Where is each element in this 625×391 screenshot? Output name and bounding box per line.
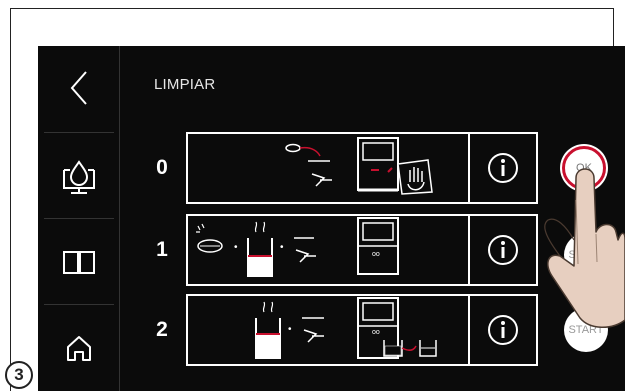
sidebar-item-manual[interactable] xyxy=(38,222,120,302)
start-label: START xyxy=(568,324,604,336)
rinse-illustration xyxy=(285,137,433,195)
step-number: 2 xyxy=(156,318,168,341)
sidebar-divider xyxy=(44,218,114,219)
tablet-clean-illustration: • • oo xyxy=(196,217,399,277)
step-card-1[interactable]: • • oo xyxy=(186,214,538,286)
start-button[interactable]: START xyxy=(564,233,608,277)
svg-text:•: • xyxy=(288,324,292,335)
back-button[interactable] xyxy=(38,48,120,128)
step-number: 0 xyxy=(156,156,168,179)
ok-button[interactable]: OK xyxy=(562,146,606,190)
start-label: START xyxy=(568,249,604,261)
step-number-badge: 3 xyxy=(5,361,33,389)
page-title: LIMPIAR xyxy=(154,76,216,93)
step-number: 1 xyxy=(156,238,168,261)
sidebar-divider xyxy=(44,304,114,305)
svg-text:oo: oo xyxy=(372,251,380,258)
machine-screen: LIMPIAR 0 OK 1 • • oo START 2 • oo START xyxy=(38,46,625,391)
back-arrow-icon xyxy=(70,71,87,105)
info-icon xyxy=(488,153,518,183)
water-drop-display-icon xyxy=(63,160,95,194)
home-icon xyxy=(67,336,91,361)
book-icon xyxy=(63,251,95,274)
svg-text:•: • xyxy=(234,242,238,253)
sidebar-divider xyxy=(44,132,114,133)
sidebar xyxy=(38,46,120,391)
info-icon xyxy=(488,315,518,345)
info-icon xyxy=(488,235,518,265)
ok-label: OK xyxy=(576,162,592,174)
svg-text:oo: oo xyxy=(372,329,380,336)
info-button[interactable] xyxy=(470,216,536,284)
info-button[interactable] xyxy=(470,296,536,364)
start-button[interactable]: START xyxy=(564,308,608,352)
rinse-water-illustration: • oo xyxy=(255,297,437,359)
step-card-2[interactable]: • oo xyxy=(186,294,538,366)
sidebar-item-home[interactable] xyxy=(38,308,120,388)
info-button[interactable] xyxy=(470,134,536,202)
sidebar-item-display[interactable] xyxy=(38,138,120,218)
svg-text:•: • xyxy=(280,242,284,253)
step-card-0[interactable] xyxy=(186,132,538,204)
